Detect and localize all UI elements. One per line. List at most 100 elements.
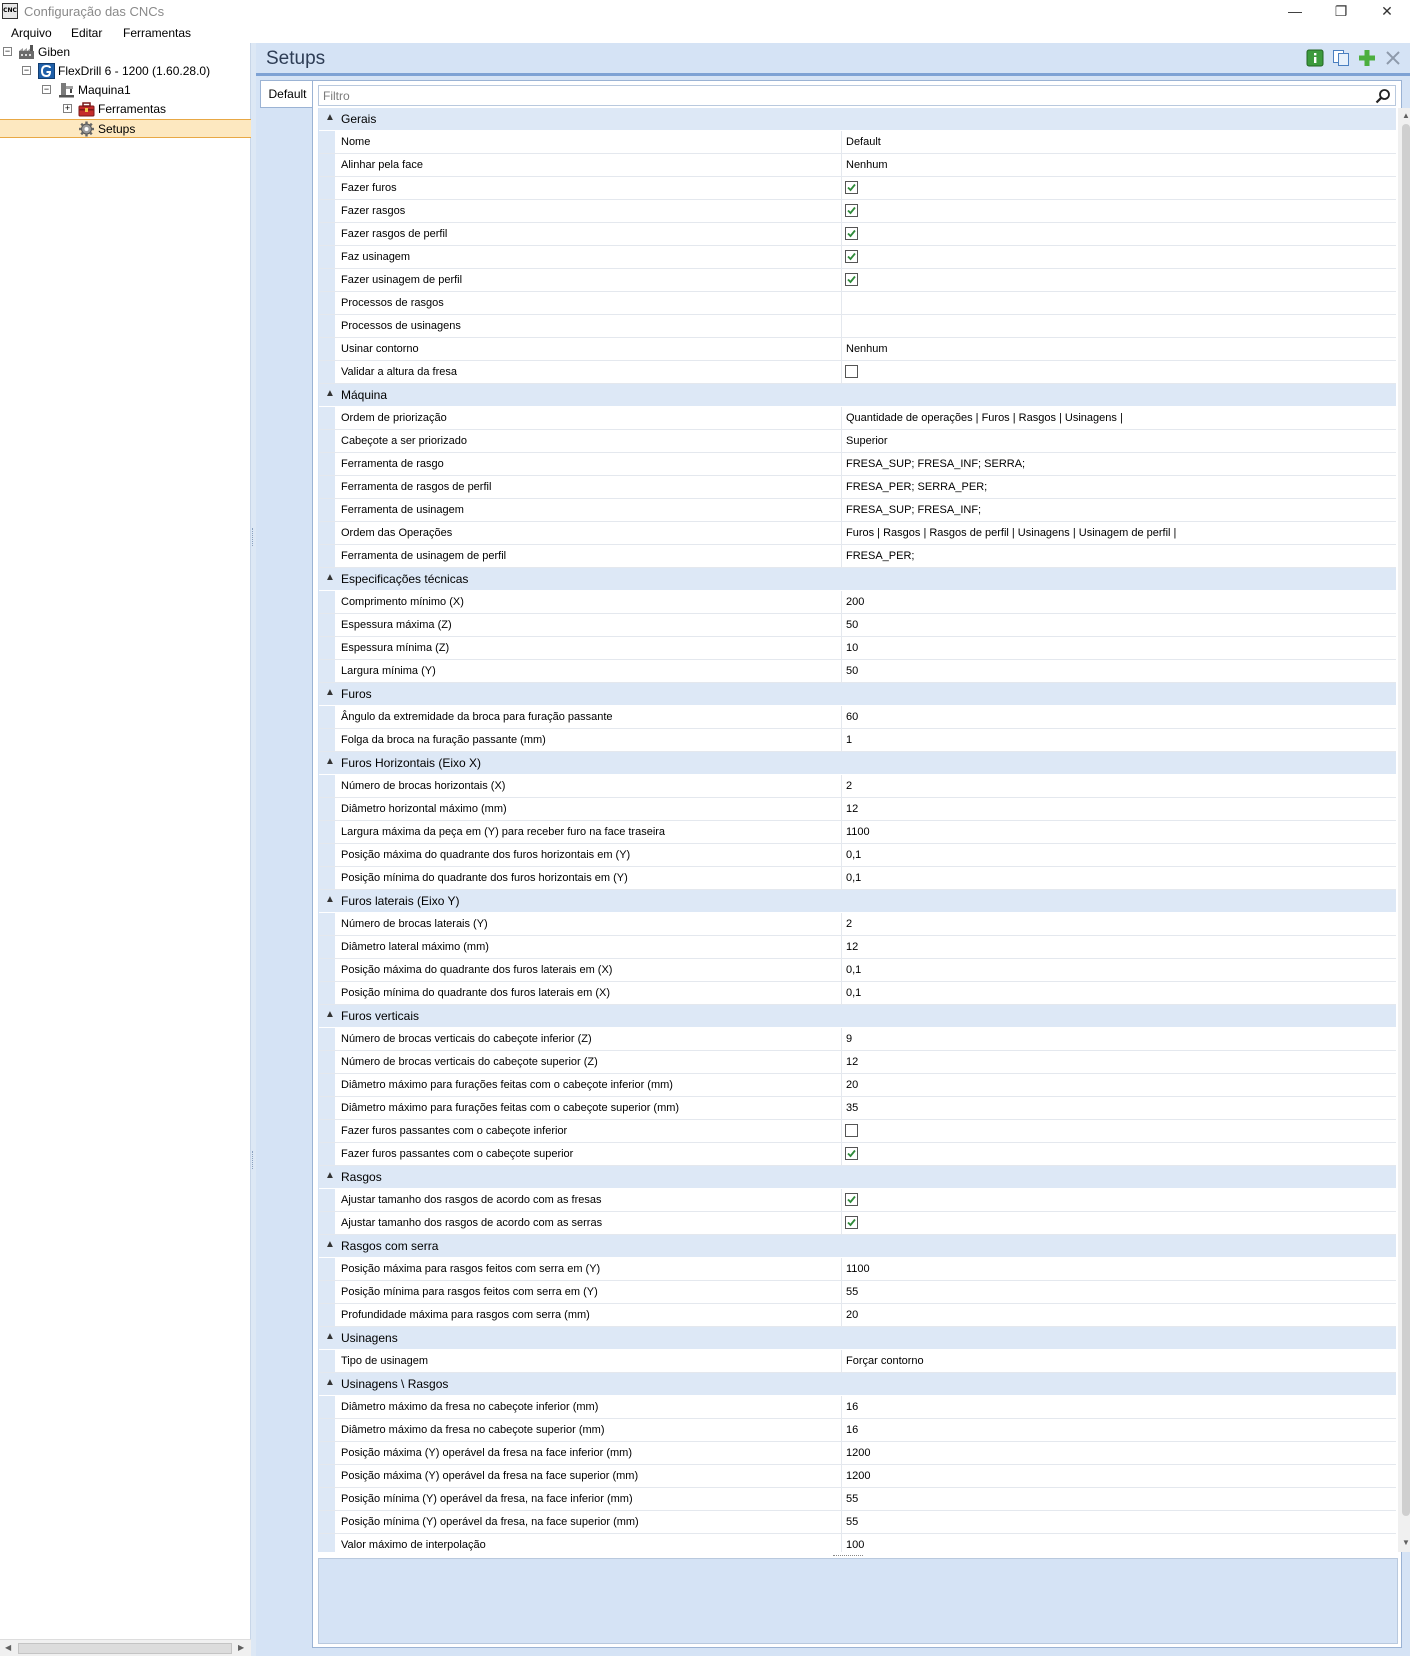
property-row[interactable]: Alinhar pela face Nenhum	[319, 154, 1396, 177]
property-value[interactable]: Nenhum	[846, 159, 888, 171]
property-row[interactable]: Espessura mínima (Z) 10	[319, 637, 1396, 660]
tree-node-maquina1[interactable]: − Maquina1	[0, 81, 251, 100]
property-row[interactable]: Faz usinagem	[319, 246, 1396, 269]
property-row[interactable]: Número de brocas horizontais (X) 2	[319, 775, 1396, 798]
property-row[interactable]: Comprimento mínimo (X) 200	[319, 591, 1396, 614]
property-row[interactable]: Fazer rasgos de perfil	[319, 223, 1396, 246]
property-row[interactable]: Diâmetro horizontal máximo (mm) 12	[319, 798, 1396, 821]
property-row[interactable]: Posição máxima do quadrante dos furos la…	[319, 959, 1396, 982]
collapse-icon[interactable]: ▲	[325, 894, 335, 905]
property-row[interactable]: Posição máxima para rasgos feitos com se…	[319, 1258, 1396, 1281]
property-value[interactable]: 16	[846, 1401, 858, 1413]
property-value[interactable]: FRESA_SUP; FRESA_INF; SERRA;	[846, 458, 1025, 470]
property-value[interactable]: 1200	[846, 1447, 870, 1459]
property-value[interactable]: 100	[846, 1539, 864, 1551]
property-checkbox[interactable]	[845, 365, 858, 378]
property-value[interactable]: 55	[846, 1516, 858, 1528]
category-row[interactable]: ▲ Rasgos com serra	[319, 1235, 1396, 1258]
filter-input[interactable]	[319, 86, 1369, 105]
add-icon[interactable]	[1358, 49, 1376, 67]
property-value[interactable]: FRESA_SUP; FRESA_INF;	[846, 504, 981, 516]
property-row[interactable]: Ajustar tamanho dos rasgos de acordo com…	[319, 1189, 1396, 1212]
splitter-grip[interactable]	[252, 1151, 254, 1169]
property-row[interactable]: Validar a altura da fresa	[319, 361, 1396, 384]
property-row[interactable]: Fazer furos passantes com o cabeçote sup…	[319, 1143, 1396, 1166]
property-row[interactable]: Processos de usinagens	[319, 315, 1396, 338]
collapse-icon[interactable]: ▲	[325, 1009, 335, 1020]
property-row[interactable]: Diâmetro máximo da fresa no cabeçote sup…	[319, 1419, 1396, 1442]
category-row[interactable]: ▲ Rasgos	[319, 1166, 1396, 1189]
scroll-left-arrow[interactable]: ◀	[5, 1643, 11, 1652]
property-value[interactable]: 0,1	[846, 987, 861, 999]
property-value[interactable]: 35	[846, 1102, 858, 1114]
property-value[interactable]: 2	[846, 918, 852, 930]
tree-node-giben[interactable]: − Giben	[0, 43, 251, 62]
property-row[interactable]: Ferramenta de usinagem FRESA_SUP; FRESA_I…	[319, 499, 1396, 522]
maximize-button[interactable]: ❐	[1318, 0, 1364, 24]
property-value[interactable]: 20	[846, 1309, 858, 1321]
menu-editar[interactable]: Editar	[71, 26, 102, 40]
property-checkbox[interactable]	[845, 250, 858, 263]
property-value[interactable]: 55	[846, 1493, 858, 1505]
property-row[interactable]: Posição mínima do quadrante dos furos la…	[319, 982, 1396, 1005]
category-row[interactable]: ▲ Especificações técnicas	[319, 568, 1396, 591]
collapse-icon[interactable]: ▲	[325, 1239, 335, 1250]
scroll-up-arrow[interactable]: ▲	[1402, 111, 1410, 120]
property-row[interactable]: Fazer furos passantes com o cabeçote inf…	[319, 1120, 1396, 1143]
search-icon[interactable]	[1375, 88, 1391, 104]
property-value[interactable]: Superior	[846, 435, 888, 447]
property-value[interactable]: 12	[846, 941, 858, 953]
property-value[interactable]: 0,1	[846, 872, 861, 884]
property-row[interactable]: Diâmetro lateral máximo (mm) 12	[319, 936, 1396, 959]
property-row[interactable]: Fazer rasgos	[319, 200, 1396, 223]
property-row[interactable]: Espessura máxima (Z) 50	[319, 614, 1396, 637]
property-row[interactable]: Posição mínima (Y) operável da fresa, na…	[319, 1488, 1396, 1511]
property-value[interactable]: 200	[846, 596, 864, 608]
expand-toggle[interactable]: +	[63, 104, 72, 113]
property-row[interactable]: Ajustar tamanho dos rasgos de acordo com…	[319, 1212, 1396, 1235]
property-value[interactable]: 2	[846, 780, 852, 792]
tab-default[interactable]: Default	[260, 80, 314, 108]
property-value[interactable]: Forçar contorno	[846, 1355, 924, 1367]
collapse-icon[interactable]: ▲	[325, 1170, 335, 1181]
menu-ferramentas[interactable]: Ferramentas	[123, 26, 191, 40]
property-value[interactable]: Default	[846, 136, 881, 148]
property-value[interactable]: 50	[846, 665, 858, 677]
property-row[interactable]: Ângulo da extremidade da broca para fura…	[319, 706, 1396, 729]
collapse-icon[interactable]: ▲	[325, 756, 335, 767]
property-row[interactable]: Número de brocas verticais do cabeçote s…	[319, 1051, 1396, 1074]
property-value[interactable]: Nenhum	[846, 343, 888, 355]
grid-vertical-scrollbar[interactable]: ▲ ▼	[1398, 108, 1410, 1552]
property-row[interactable]: Ferramenta de usinagem de perfil FRESA_PE…	[319, 545, 1396, 568]
collapse-icon[interactable]: ▲	[325, 1331, 335, 1342]
copy-icon[interactable]	[1332, 49, 1350, 67]
menu-arquivo[interactable]: Arquivo	[11, 26, 52, 40]
property-checkbox[interactable]	[845, 227, 858, 240]
category-row[interactable]: ▲ Usinagens	[319, 1327, 1396, 1350]
category-row[interactable]: ▲ Usinagens \ Rasgos	[319, 1373, 1396, 1396]
property-value[interactable]: 20	[846, 1079, 858, 1091]
category-row[interactable]: ▲ Furos laterais (Eixo Y)	[319, 890, 1396, 913]
property-value[interactable]: 60	[846, 711, 858, 723]
property-value[interactable]: 0,1	[846, 849, 861, 861]
description-resize-grip[interactable]	[833, 1555, 863, 1559]
property-value[interactable]: 12	[846, 1056, 858, 1068]
property-value[interactable]: Furos | Rasgos | Rasgos de perfil | Usin…	[846, 527, 1176, 539]
property-row[interactable]: Número de brocas verticais do cabeçote i…	[319, 1028, 1396, 1051]
property-row[interactable]: Largura máxima da peça em (Y) para receb…	[319, 821, 1396, 844]
property-checkbox[interactable]	[845, 1193, 858, 1206]
collapse-icon[interactable]: ▲	[325, 112, 335, 123]
property-row[interactable]: Nome Default	[319, 131, 1396, 154]
property-row[interactable]: Posição mínima (Y) operável da fresa, na…	[319, 1511, 1396, 1534]
splitter-grip[interactable]	[252, 528, 254, 546]
property-row[interactable]: Valor máximo de interpolação 100	[319, 1534, 1396, 1552]
property-value[interactable]: 1	[846, 734, 852, 746]
property-row[interactable]: Ferramenta de rasgos de perfil FRESA_PER;…	[319, 476, 1396, 499]
property-checkbox[interactable]	[845, 1147, 858, 1160]
collapse-icon[interactable]: ▲	[325, 388, 335, 399]
property-row[interactable]: Diâmetro máximo para furações feitas com…	[319, 1074, 1396, 1097]
tree-node-setups[interactable]: Setups	[0, 119, 251, 138]
property-row[interactable]: Número de brocas laterais (Y) 2	[319, 913, 1396, 936]
property-value[interactable]: 0,1	[846, 964, 861, 976]
property-row[interactable]: Posição máxima do quadrante dos furos ho…	[319, 844, 1396, 867]
